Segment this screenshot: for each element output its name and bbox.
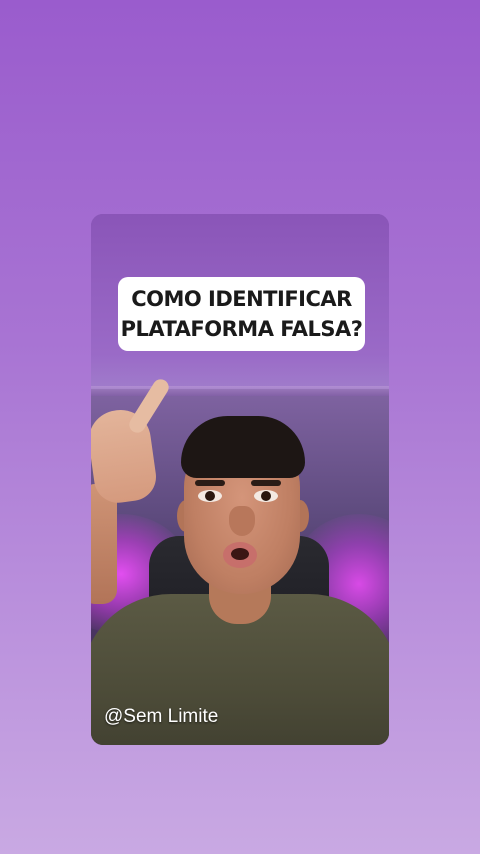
nose: [229, 506, 255, 536]
person-hair: [181, 416, 305, 478]
eyebrow-right: [251, 480, 281, 486]
mouth-inner: [231, 548, 249, 560]
eyebrow-left: [195, 480, 225, 486]
caption-box: COMO IDENTIFICAR PLATAFORMA FALSA?: [118, 277, 365, 351]
pupil-right: [261, 491, 271, 501]
wall-trim: [91, 386, 389, 396]
caption-line-1: COMO IDENTIFICAR: [131, 287, 352, 311]
creator-watermark: @Sem Limite: [104, 706, 219, 727]
screen: { "caption": { "line1": "COMO IDENTIFICA…: [0, 0, 480, 854]
caption-line-2: PLATAFORMA FALSA?: [120, 317, 363, 341]
pupil-left: [205, 491, 215, 501]
